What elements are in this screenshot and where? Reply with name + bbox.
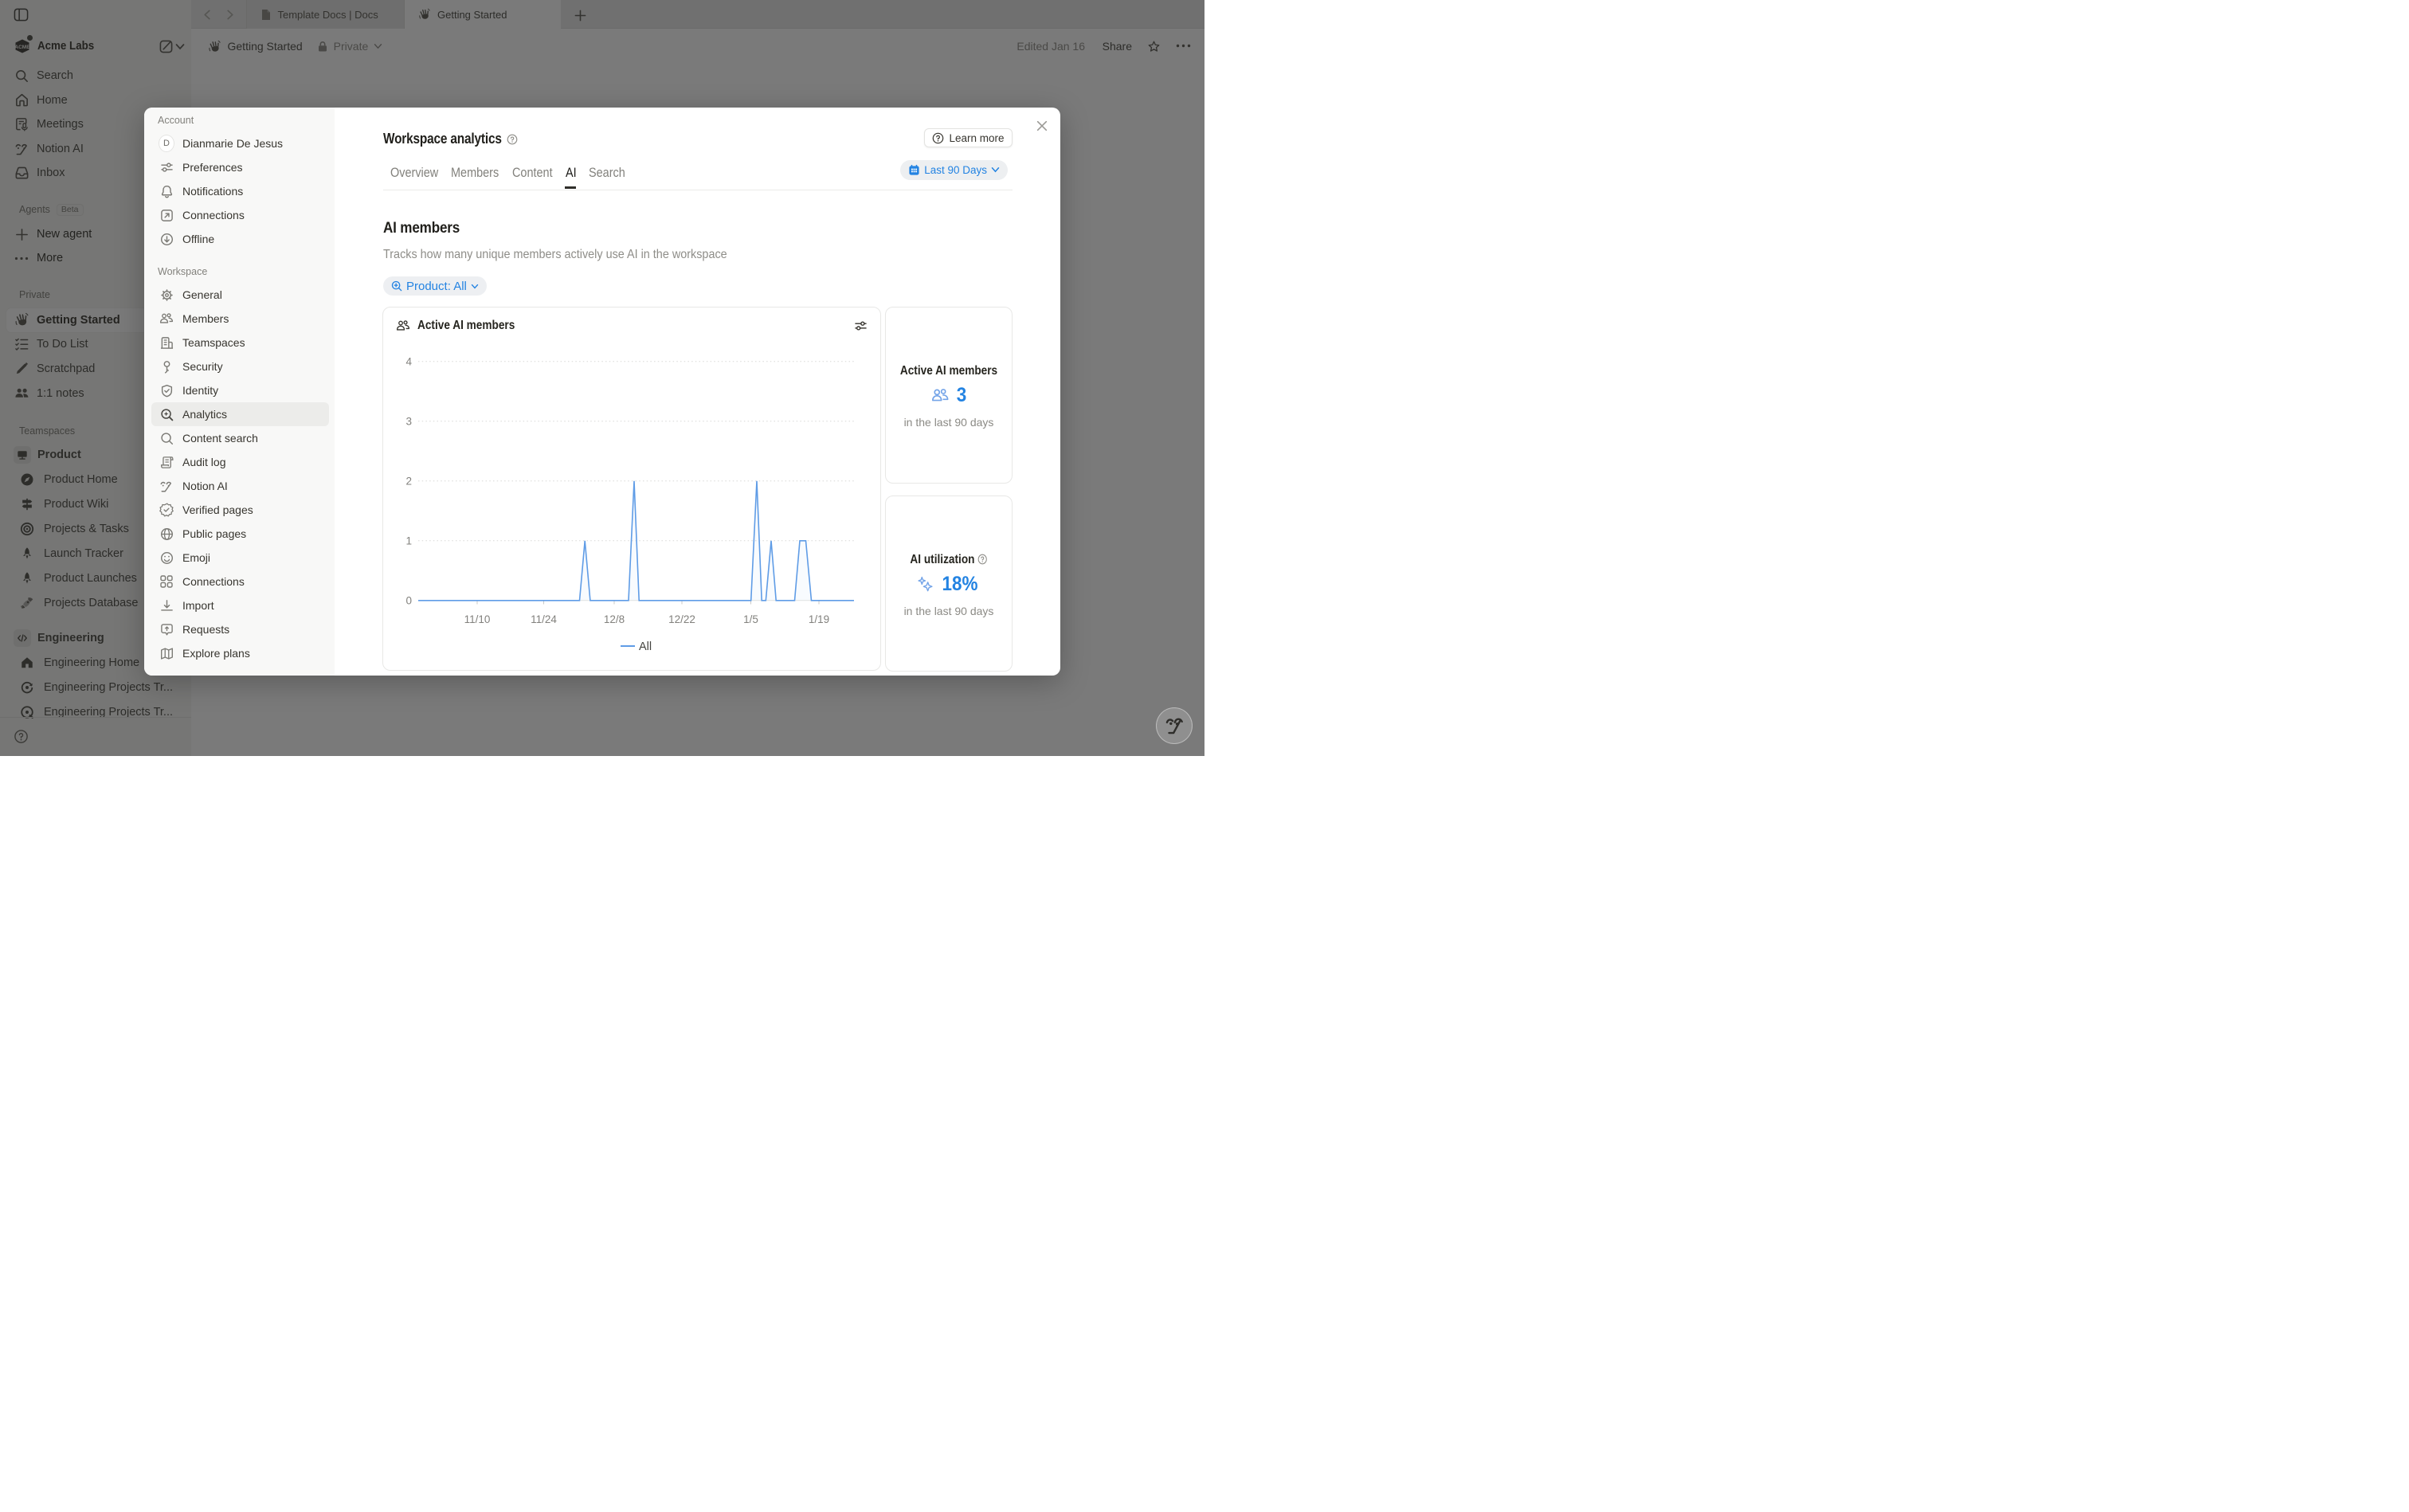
svg-text:All: All [639, 640, 652, 653]
svg-text:12/8: 12/8 [604, 613, 625, 625]
svg-text:4: 4 [405, 356, 412, 368]
svg-text:11/10: 11/10 [464, 613, 491, 625]
svg-text:12/22: 12/22 [668, 613, 695, 625]
svg-text:11/24: 11/24 [531, 613, 557, 625]
svg-text:3: 3 [405, 416, 412, 428]
svg-text:1/5: 1/5 [743, 613, 758, 625]
svg-text:0: 0 [405, 595, 412, 607]
svg-text:1/19: 1/19 [809, 613, 829, 625]
svg-text:1: 1 [405, 535, 412, 547]
svg-text:2: 2 [405, 476, 412, 488]
